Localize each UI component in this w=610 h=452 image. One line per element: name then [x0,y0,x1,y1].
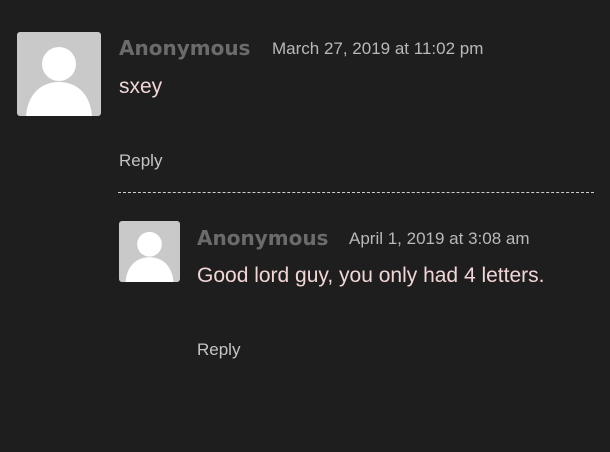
comment-text: Good lord guy, you only had 4 letters. [197,264,545,287]
user-avatar-icon[interactable] [17,32,101,116]
reply-link[interactable]: Reply [119,151,162,171]
comment-divider [118,192,594,193]
comment-text: sxey [119,75,163,98]
comment-date[interactable]: March 27, 2019 at 11:02 pm [272,39,483,59]
user-avatar-icon[interactable] [119,221,180,282]
reply-link[interactable]: Reply [197,340,240,360]
comment-author: Anonymous [119,36,251,60]
comment-date[interactable]: April 1, 2019 at 3:08 am [349,229,530,249]
comment-author: Anonymous [197,226,329,250]
